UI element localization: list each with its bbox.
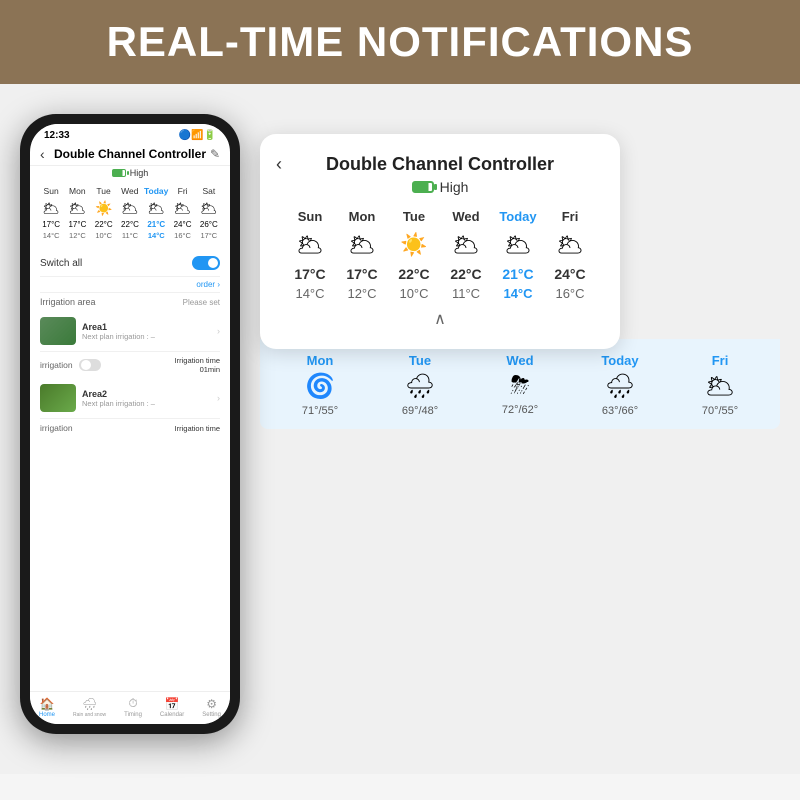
area2-thumbnail [40, 384, 76, 412]
area2-name: Area2 [82, 389, 211, 399]
forecast-tue: Tue 🌧 69°/48° [390, 353, 450, 417]
popup-day-wed: Wed [441, 209, 491, 224]
header-title: REAL-TIME NOTIFICATIONS [107, 18, 694, 65]
phone-signal-row: High [30, 166, 230, 182]
main-content: 12:33 🔵📶🔋 ‹ Double Channel Controller ✎ … [0, 84, 800, 774]
nav-calendar[interactable]: 📅 Calendar [160, 697, 184, 718]
phone-high-temps: 17°C 17°C 22°C 22°C 21°C 24°C 26°C [30, 219, 230, 230]
popup-low-temps: 14°C 12°C 10°C 11°C 14°C 16°C [284, 286, 596, 301]
irrigation-area-label: Irrigation area [40, 297, 96, 307]
page-header: REAL-TIME NOTIFICATIONS [0, 0, 800, 84]
forecast-mon: Mon 🌀 71°/55° [290, 353, 350, 417]
irrigation-area-row: Irrigation area Please set [40, 292, 220, 311]
nav-setting[interactable]: ⚙ Setting [202, 697, 221, 718]
area1-irrigation-time-label: Irrigation time [175, 356, 220, 365]
forecast-today: Today 🌧 63°/66° [590, 353, 650, 417]
area2-irrigation-label: irrigation [40, 423, 73, 433]
please-set-label[interactable]: Please set [183, 298, 220, 307]
area1-sub: Next plan irrigation : – [82, 332, 211, 341]
order-label[interactable]: order [196, 280, 215, 289]
popup-day-today: Today [493, 209, 543, 224]
area2-irrigation-ctrl: irrigation Irrigation time [40, 419, 220, 437]
popup-weather-icons: 🌥 🌥 ☀️ 🌥 🌥 🌥 [284, 232, 596, 258]
area1-irrigation-time: Irrigation time 01min [175, 356, 220, 374]
phone-title-bar: ‹ Double Channel Controller ✎ [30, 143, 230, 166]
order-row: order › [40, 277, 220, 292]
phone-day-5: Sat [197, 186, 221, 196]
popup-weather-days: Sun Mon Tue Wed Today Fri [284, 209, 596, 224]
area1-chevron: › [217, 326, 220, 336]
phone-status-bar: 12:33 🔵📶🔋 [30, 124, 230, 143]
bottom-forecast: Mon 🌀 71°/55° Tue 🌧 69°/48° Wed ⛈ 72°/62… [260, 339, 780, 429]
popup-day-fri: Fri [545, 209, 595, 224]
area1-irrigation-toggle[interactable] [79, 359, 101, 371]
popup-signal-row: High [284, 179, 596, 195]
popup-chevron-icon: ∧ [284, 309, 596, 329]
area2-info: Area2 Next plan irrigation : – [82, 389, 211, 408]
area2-item[interactable]: Area2 Next plan irrigation : – › [40, 378, 220, 419]
area1-info: Area1 Next plan irrigation : – [82, 322, 211, 341]
forecast-wed: Wed ⛈ 72°/62° [490, 353, 550, 417]
phone-title: Double Channel Controller [54, 147, 206, 161]
forecast-fri: Fri 🌥 70°/55° [690, 353, 750, 417]
phone-body: Switch all order › Irrigation area Pleas… [30, 244, 230, 691]
nav-timing[interactable]: ⏱ Timing [124, 696, 142, 718]
switch-all-toggle[interactable] [192, 256, 220, 270]
nav-timing-label: Timing [124, 712, 142, 718]
popup-day-mon: Mon [337, 209, 387, 224]
area1-name: Area1 [82, 322, 211, 332]
switch-all-label: Switch all [40, 258, 82, 269]
phone-day-0: Sun [39, 186, 63, 196]
area2-irrigation-time-label: Irrigation time [175, 424, 220, 433]
phone-day-today: Today [144, 186, 168, 196]
phone-nav: 🏠 Home 🌧 Rain and snow ⏱ Timing 📅 Calend… [30, 691, 230, 724]
phone-weather-icons: 🌥 🌥 ☀️ 🌥 🌥 🌥 🌥 [30, 198, 230, 219]
popup-day-sun: Sun [285, 209, 335, 224]
nav-home-label: Home [39, 712, 55, 718]
area2-irrigation-time: Irrigation time [175, 424, 220, 433]
popup-title: Double Channel Controller [284, 154, 596, 175]
phone-screen: 12:33 🔵📶🔋 ‹ Double Channel Controller ✎ … [30, 124, 230, 724]
nav-rain-label: Rain and snow [73, 712, 106, 718]
area1-thumbnail [40, 317, 76, 345]
phone-day-2: Tue [92, 186, 116, 196]
nav-setting-label: Setting [202, 712, 221, 718]
rain-icon: 🌧 [82, 697, 97, 711]
phone-signal-label: High [130, 168, 149, 178]
phone-status-icons: 🔵📶🔋 [179, 130, 216, 141]
calendar-icon: 📅 [165, 697, 180, 711]
area1-irrigation-label: irrigation [40, 360, 73, 370]
area2-chevron: › [217, 393, 220, 403]
area2-sub: Next plan irrigation : – [82, 399, 211, 408]
popup-back-icon[interactable]: ‹ [276, 154, 282, 175]
phone-back-icon[interactable]: ‹ [40, 146, 45, 162]
home-icon: 🏠 [40, 697, 55, 711]
nav-rain[interactable]: 🌧 Rain and snow [73, 697, 106, 718]
phone-low-temps: 14°C 12°C 10°C 11°C 14°C 16°C 17°C [30, 230, 230, 244]
phone-weather-days: Sun Mon Tue Wed Today Fri Sat [30, 182, 230, 198]
phone-edit-icon[interactable]: ✎ [210, 147, 220, 161]
switch-all-row: Switch all [40, 250, 220, 277]
area1-irrigation-time-value: 01min [175, 365, 220, 374]
popup-day-tue: Tue [389, 209, 439, 224]
popup-signal-label: High [440, 179, 469, 195]
phone-day-4: Fri [171, 186, 195, 196]
phone-mockup: 12:33 🔵📶🔋 ‹ Double Channel Controller ✎ … [20, 114, 240, 734]
popup-high-temps: 17°C 17°C 22°C 22°C 21°C 24°C [284, 266, 596, 282]
popup-battery-icon [412, 181, 434, 193]
right-panel: ‹ Double Channel Controller High Sun Mon… [260, 114, 780, 429]
phone-time: 12:33 [44, 130, 70, 141]
timing-icon: ⏱ [128, 696, 137, 711]
setting-icon: ⚙ [206, 697, 217, 711]
area1-irrigation-ctrl: irrigation Irrigation time 01min [40, 352, 220, 378]
nav-calendar-label: Calendar [160, 712, 184, 718]
phone-day-3: Wed [118, 186, 142, 196]
phone-day-1: Mon [65, 186, 89, 196]
nav-home[interactable]: 🏠 Home [39, 697, 55, 718]
phone-battery-icon [112, 169, 126, 177]
area1-item[interactable]: Area1 Next plan irrigation : – › [40, 311, 220, 352]
popup-card: ‹ Double Channel Controller High Sun Mon… [260, 134, 620, 349]
